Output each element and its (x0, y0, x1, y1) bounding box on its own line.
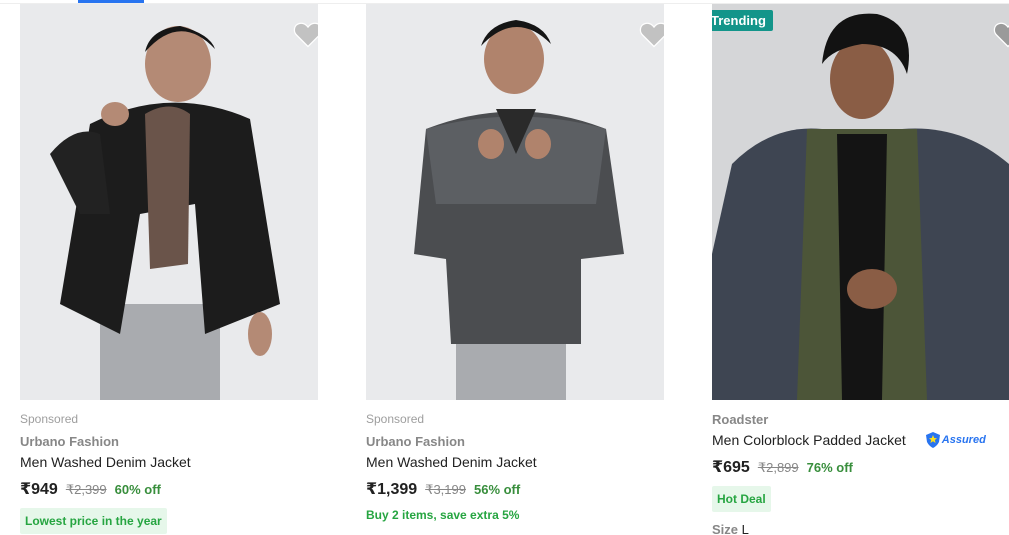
selling-price: ₹1,399 (366, 481, 418, 498)
wishlist-button[interactable] (293, 20, 318, 48)
assured-label: Assured (941, 434, 986, 446)
size-value: L (741, 522, 749, 535)
discount-percent: 76% off (806, 460, 853, 475)
trending-badge: Trending (712, 10, 773, 31)
active-tab-indicator (78, 0, 144, 3)
offer-text: Buy 2 items, save extra 5% (366, 508, 520, 522)
sponsored-label: Sponsored (20, 412, 79, 426)
product-title[interactable]: Men Washed Denim Jacket (366, 454, 664, 470)
price-row: ₹949 ₹2,399 60% off (20, 479, 318, 499)
discount-percent: 56% off (473, 482, 521, 497)
heart-icon (293, 22, 318, 48)
product-card[interactable]: Sponsored Urbano Fashion Men Washed Deni… (366, 4, 664, 535)
brand-name: Urbano Fashion (20, 434, 119, 449)
size-row: Size L (712, 522, 1009, 535)
brand-name: Urbano Fashion (366, 434, 465, 449)
product-title[interactable]: Men Washed Denim Jacket (20, 454, 318, 470)
selling-price: ₹949 (20, 481, 58, 498)
product-image[interactable] (20, 4, 318, 400)
price-row: ₹1,399 ₹3,199 56% off (366, 479, 664, 499)
heart-icon (639, 22, 664, 48)
discount-percent: 60% off (114, 482, 161, 497)
sponsored-label: Sponsored (366, 412, 425, 426)
shield-icon (925, 432, 940, 448)
product-image[interactable]: Trending (712, 4, 1009, 400)
wishlist-button[interactable] (993, 20, 1009, 48)
brand-name: Roadster (712, 412, 769, 427)
assured-badge: Assured (925, 432, 986, 448)
product-title[interactable]: Men Colorblock Padded Jacket Assured (712, 432, 1009, 448)
original-price: ₹2,899 (757, 460, 799, 475)
wishlist-button[interactable] (639, 20, 664, 48)
product-title-text[interactable]: Men Washed Denim Jacket (20, 454, 191, 470)
product-card[interactable]: Sponsored Urbano Fashion Men Washed Deni… (20, 4, 318, 535)
size-label: Size (712, 522, 739, 535)
product-title-text[interactable]: Men Washed Denim Jacket (366, 454, 537, 470)
original-price: ₹3,199 (425, 482, 466, 497)
price-row: ₹695 ₹2,899 76% off (712, 457, 1009, 477)
product-card[interactable]: Trending Roadster Men Colorblock Padded … (712, 4, 1009, 535)
selling-price: ₹695 (712, 459, 750, 476)
product-title-text[interactable]: Men Colorblock Padded Jacket (712, 432, 906, 448)
product-image[interactable] (366, 4, 664, 400)
offer-badge: Hot Deal (712, 486, 771, 512)
original-price: ₹2,399 (65, 482, 107, 497)
offer-badge: Lowest price in the year (20, 508, 167, 534)
heart-icon (993, 22, 1009, 48)
